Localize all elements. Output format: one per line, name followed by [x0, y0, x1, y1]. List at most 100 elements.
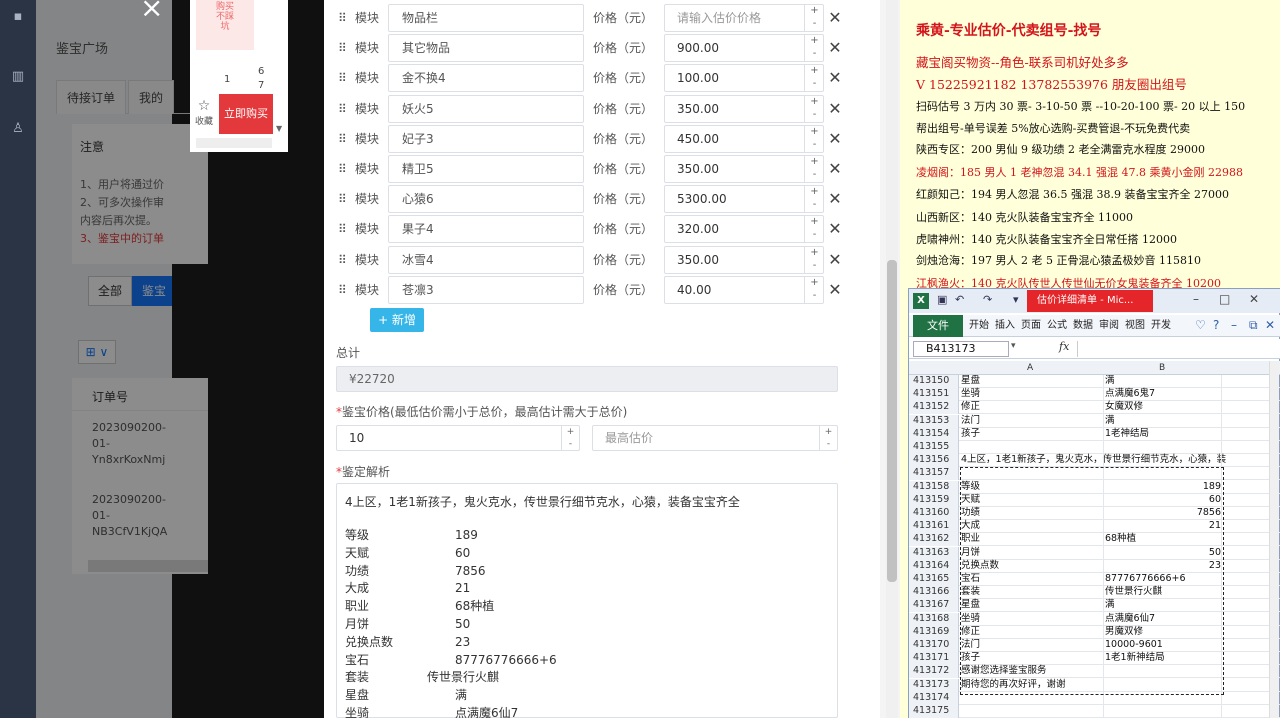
ribbon-tab[interactable]: 视图: [1125, 315, 1145, 337]
price-stepper[interactable]: + -: [804, 155, 824, 183]
row-number[interactable]: 413175: [909, 705, 959, 718]
max-price-input[interactable]: 最高估价 + -: [592, 425, 838, 451]
cell-b[interactable]: 女魔双修: [1105, 401, 1221, 413]
ribbon-tab[interactable]: 开发: [1151, 315, 1171, 337]
row-number[interactable]: 413152: [909, 401, 959, 415]
ad-scrollbar[interactable]: [196, 138, 272, 148]
module-name-input[interactable]: 精卫5: [388, 155, 584, 183]
save-icon[interactable]: ▣: [937, 293, 947, 306]
price-stepper[interactable]: + -: [804, 124, 824, 153]
cell-a[interactable]: 4上区，1老1新孩子，鬼火克水，传世景行细节克水，心猿，装: [961, 454, 1226, 466]
column-b-header[interactable]: B: [1159, 361, 1165, 375]
price-stepper[interactable]: + -: [804, 185, 824, 214]
ribbon-close-icon[interactable]: ✕: [1265, 318, 1275, 332]
file-tab[interactable]: 文件: [913, 315, 963, 337]
price-input[interactable]: 350.00: [664, 155, 824, 183]
ribbon-tab[interactable]: 数据: [1073, 315, 1093, 337]
drag-handle-icon[interactable]: ⠿: [338, 70, 348, 86]
max-price-stepper[interactable]: + -: [819, 426, 837, 450]
modal-scrollbar[interactable]: [886, 0, 898, 718]
column-a-header[interactable]: A: [1027, 361, 1033, 375]
row-number[interactable]: 413154: [909, 427, 959, 441]
drag-handle-icon[interactable]: ⠿: [338, 10, 348, 26]
add-module-button[interactable]: + 新增: [370, 308, 424, 332]
price-stepper[interactable]: + -: [804, 215, 824, 244]
delete-icon[interactable]: ✕: [826, 95, 844, 123]
price-input[interactable]: 100.00: [664, 64, 824, 93]
price-input[interactable]: 900.00: [664, 34, 824, 63]
drag-handle-icon[interactable]: ⠿: [338, 161, 348, 177]
delete-icon[interactable]: ✕: [826, 215, 844, 243]
module-name-input[interactable]: 物品栏: [388, 4, 584, 32]
sheet-row[interactable]: 413156 4上区，1老1新孩子，鬼火克水，传世景行细节克水，心猿，装: [909, 454, 1280, 468]
ribbon-tab[interactable]: 插入: [995, 315, 1015, 337]
price-input[interactable]: 350.00: [664, 94, 824, 123]
row-number[interactable]: 413161: [909, 520, 959, 534]
row-number[interactable]: 413167: [909, 599, 959, 613]
cell-a[interactable]: 修正: [961, 401, 1103, 413]
price-stepper[interactable]: + -: [804, 245, 824, 274]
module-name-input[interactable]: 金不换4: [388, 64, 584, 93]
sheet-scrollbar[interactable]: [1269, 361, 1279, 718]
cell-a[interactable]: 法门: [961, 415, 1103, 427]
minimize-icon[interactable]: –: [1193, 292, 1199, 306]
module-name-input[interactable]: 心猿6: [388, 185, 584, 214]
row-number[interactable]: 413174: [909, 691, 959, 705]
sheet-row[interactable]: 413175: [909, 705, 1280, 718]
price-stepper[interactable]: + -: [804, 64, 824, 93]
price-stepper[interactable]: + -: [804, 4, 824, 32]
ribbon-tab[interactable]: 公式: [1047, 315, 1067, 337]
row-number[interactable]: 413160: [909, 507, 959, 520]
drag-handle-icon[interactable]: ⠿: [338, 191, 348, 207]
row-number[interactable]: 413163: [909, 546, 959, 560]
fx-icon[interactable]: fx: [1059, 340, 1069, 353]
min-price-stepper[interactable]: + -: [561, 426, 579, 450]
row-number[interactable]: 413166: [909, 586, 959, 600]
price-stepper[interactable]: + -: [804, 275, 824, 304]
customize-icon[interactable]: ▾: [1013, 293, 1019, 306]
delete-icon[interactable]: ✕: [826, 276, 844, 304]
row-number[interactable]: 413155: [909, 441, 959, 454]
row-number[interactable]: 413150: [909, 375, 959, 388]
cell-b[interactable]: 满: [1105, 375, 1221, 387]
price-input[interactable]: 450.00: [664, 124, 824, 153]
cell-b[interactable]: 点满魔6鬼7: [1105, 388, 1221, 400]
maximize-icon[interactable]: □: [1219, 292, 1230, 306]
sheet-row[interactable]: 413151 坐骑 点满魔6鬼7: [909, 388, 1280, 402]
cell-a[interactable]: 坐骑: [961, 388, 1103, 400]
user-icon[interactable]: ♙: [9, 120, 27, 138]
module-name-input[interactable]: 妖火5: [388, 94, 584, 123]
cell-b[interactable]: 1老神结局: [1105, 428, 1221, 440]
row-number[interactable]: 413159: [909, 493, 959, 507]
excel-titlebar[interactable]: X ▣ ↶ ↷ ▾ 估价详细清单 - Mic... – □ ✕: [909, 289, 1280, 313]
price-input[interactable]: 请输入估价价格: [664, 4, 824, 32]
delete-icon[interactable]: ✕: [826, 4, 844, 32]
price-input[interactable]: 40.00: [664, 275, 824, 304]
sheet-row[interactable]: 413150 星盘满: [909, 375, 1280, 388]
name-box[interactable]: B413173: [913, 341, 1009, 357]
module-name-input[interactable]: 果子4: [388, 215, 584, 244]
ribbon-tab[interactable]: 页面: [1021, 315, 1041, 337]
module-name-input[interactable]: 妃子3: [388, 124, 584, 153]
delete-icon[interactable]: ✕: [826, 64, 844, 92]
favorite-button[interactable]: ☆ 收藏: [192, 98, 216, 127]
row-number[interactable]: 413170: [909, 639, 959, 652]
cell-a[interactable]: 孩子: [961, 428, 1103, 440]
drag-handle-icon[interactable]: ⠿: [338, 282, 348, 298]
module-name-input[interactable]: 冰雪4: [388, 245, 584, 274]
delete-icon[interactable]: ✕: [826, 246, 844, 274]
row-number[interactable]: 413164: [909, 559, 959, 573]
ribbon-minimize-icon[interactable]: –: [1231, 318, 1237, 332]
drag-handle-icon[interactable]: ⠿: [338, 252, 348, 268]
row-number[interactable]: 413157: [909, 467, 959, 481]
help-icon[interactable]: ?: [1213, 318, 1219, 332]
sheet-row[interactable]: 413155: [909, 441, 1280, 454]
row-number[interactable]: 413153: [909, 414, 959, 428]
ribbon-tab[interactable]: 审阅: [1099, 315, 1119, 337]
min-price-input[interactable]: 10 + -: [336, 425, 580, 451]
ribbon-tab[interactable]: 开始: [969, 315, 989, 337]
price-stepper[interactable]: + -: [804, 94, 824, 123]
drag-handle-icon[interactable]: ⠿: [338, 131, 348, 147]
row-number[interactable]: 413162: [909, 533, 959, 547]
sheet-row[interactable]: 413152 修正 女魔双修: [909, 401, 1280, 415]
